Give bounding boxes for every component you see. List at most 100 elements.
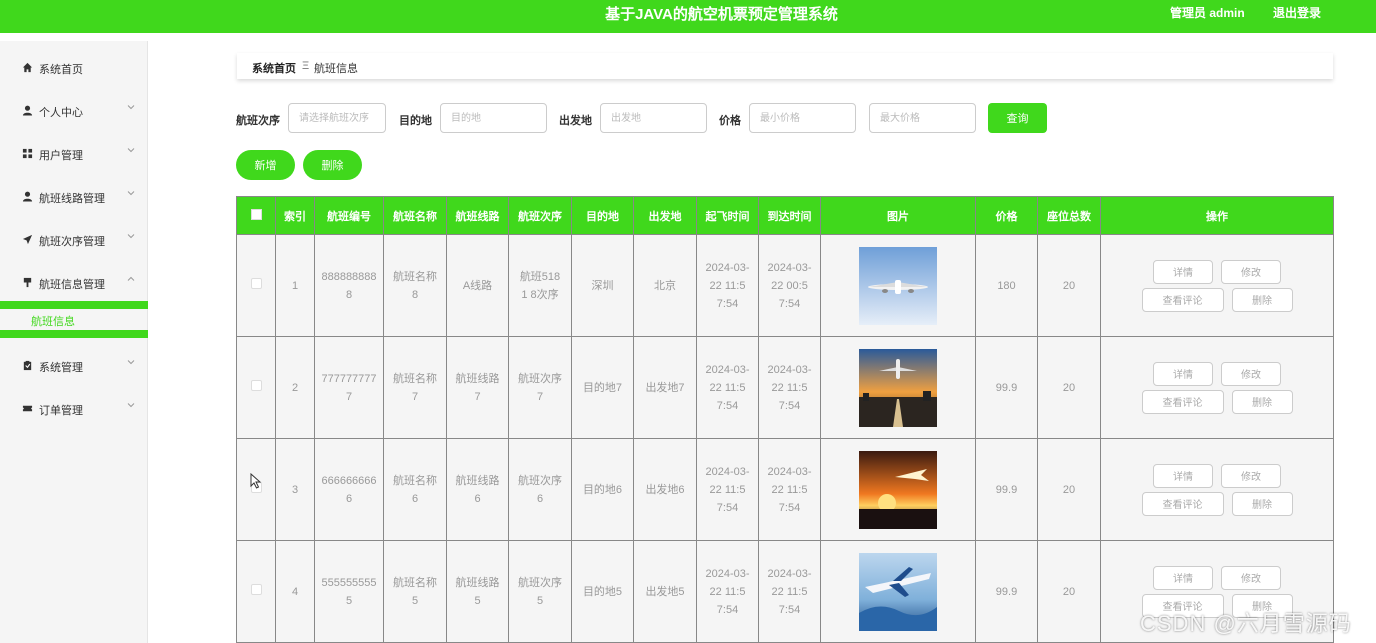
cell-depart: 2024-03-22 11:57:54 [696,336,759,439]
edit-button[interactable]: 修改 [1221,361,1281,386]
active-bar-top [0,301,148,309]
batch-delete-button[interactable]: 删除 [303,150,362,180]
breadcrumb-home[interactable]: 系统首页 [252,60,296,76]
table-header-row: 索引 航班编号 航班名称 航班线路 航班次序 目的地 出发地 起飞时间 到达时间… [236,196,1334,235]
home-icon [21,61,33,73]
edit-button[interactable]: 修改 [1221,259,1281,284]
cell-price: 99.9 [975,438,1038,541]
breadcrumb-separator: Ξ [302,60,310,72]
cell-name: 航班名称7 [383,336,447,439]
detail-button[interactable]: 详情 [1153,463,1213,488]
ticket-icon [21,402,33,414]
select-all-checkbox[interactable] [250,208,262,220]
cell-seats: 20 [1037,438,1101,541]
delete-button[interactable]: 删除 [1231,287,1293,312]
row-select[interactable] [236,438,276,541]
row-select[interactable] [236,234,276,337]
view-comments-button[interactable]: 查看评论 [1141,491,1224,516]
cell-depart: 2024-03-22 11:57:54 [696,540,759,643]
delete-button[interactable]: 删除 [1231,491,1293,516]
col-header: 操作 [1100,196,1334,235]
cell-order: 航班次序7 [508,336,572,439]
mouse-cursor-icon [250,473,262,489]
cell-seats: 20 [1037,234,1101,337]
sidebar-item-personal[interactable]: 个人中心 [0,99,148,123]
cell-route: 航班线路6 [446,438,509,541]
dest-input[interactable] [440,103,547,133]
order-select[interactable] [288,103,386,133]
sidebar-item-home[interactable]: 系统首页 [0,56,148,80]
add-button[interactable]: 新增 [236,150,295,180]
cell-dest: 目的地5 [571,540,634,643]
row-checkbox[interactable] [250,583,262,595]
table-row: 1 8888888888 航班名称8 A线路 航班5181 8次序 深圳 北京 … [236,234,1334,337]
cell-dest: 目的地7 [571,336,634,439]
order-label: 航班次序 [236,115,280,127]
current-user: 管理员 admin [1170,6,1245,20]
sidebar-subitem-flight-info[interactable]: 航班信息 [0,309,148,331]
chevron-down-icon [127,191,135,196]
cell-image [820,234,976,337]
sidebar-item-users[interactable]: 用户管理 [0,142,148,166]
sidebar-item-system[interactable]: 系统管理 [0,354,148,378]
view-comments-button[interactable]: 查看评论 [1141,287,1224,312]
pin-icon [21,276,33,288]
sidebar-item-orders[interactable]: 订单管理 [0,397,148,421]
col-header: 起飞时间 [696,196,759,235]
col-header: 航班编号 [314,196,384,235]
col-header: 出发地 [633,196,697,235]
sidebar-item-label: 系统首页 [39,64,83,76]
sidebar-item-label: 航班次序管理 [39,236,105,248]
cell-origin: 出发地6 [633,438,697,541]
clipboard-icon [21,359,33,371]
select-all-header[interactable] [236,196,276,235]
row-select[interactable] [236,336,276,439]
row-checkbox[interactable] [250,379,262,391]
logout-link[interactable]: 退出登录 [1273,4,1321,21]
sidebar-item-orders-seq[interactable]: 航班次序管理 [0,228,148,252]
edit-button[interactable]: 修改 [1221,565,1281,590]
cell-image [820,540,976,643]
cell-image [820,438,976,541]
flight-table: 索引 航班编号 航班名称 航班线路 航班次序 目的地 出发地 起飞时间 到达时间… [236,196,1334,643]
sidebar-item-flight-info[interactable]: 航班信息管理 [0,271,148,295]
cell-index: 1 [275,234,315,337]
chevron-up-icon [127,276,135,281]
detail-button[interactable]: 详情 [1153,259,1213,284]
detail-button[interactable]: 详情 [1153,565,1213,590]
cell-route: A线路 [446,234,509,337]
view-comments-button[interactable]: 查看评论 [1141,389,1224,414]
min-price-input[interactable] [749,103,856,133]
sidebar-item-label: 用户管理 [39,150,83,162]
cell-code: 5555555555 [314,540,384,643]
origin-input[interactable] [600,103,707,133]
cell-route: 航班线路5 [446,540,509,643]
cell-arrive: 2024-03-22 11:57:54 [758,438,821,541]
flight-image [859,246,937,325]
sidebar: 系统首页 个人中心 用户管理 航班线路管理 航班次序管理 航班信息管理 航班信息… [0,41,148,643]
cell-depart: 2024-03-22 11:57:54 [696,234,759,337]
max-price-input[interactable] [869,103,976,133]
edit-button[interactable]: 修改 [1221,463,1281,488]
delete-button[interactable]: 删除 [1231,389,1293,414]
cell-arrive: 2024-03-22 11:57:54 [758,540,821,643]
breadcrumb: 系统首页 Ξ 航班信息 [237,53,1333,79]
cell-name: 航班名称5 [383,540,447,643]
cell-name: 航班名称6 [383,438,447,541]
cell-price: 99.9 [975,540,1038,643]
cell-code: 7777777777 [314,336,384,439]
sidebar-item-routes[interactable]: 航班线路管理 [0,185,148,209]
active-bar-bottom [0,330,148,338]
query-button[interactable]: 查询 [988,103,1047,133]
col-header: 索引 [275,196,315,235]
row-select[interactable] [236,540,276,643]
price-label: 价格 [719,115,741,127]
origin-label: 出发地 [559,115,592,127]
cell-ops: 详情 修改 查看评论 删除 [1100,336,1334,439]
sidebar-item-label: 航班信息管理 [39,279,105,291]
col-header: 航班次序 [508,196,572,235]
cell-arrive: 2024-03-22 00:57:54 [758,234,821,337]
detail-button[interactable]: 详情 [1153,361,1213,386]
row-checkbox[interactable] [250,277,262,289]
cell-origin: 出发地7 [633,336,697,439]
